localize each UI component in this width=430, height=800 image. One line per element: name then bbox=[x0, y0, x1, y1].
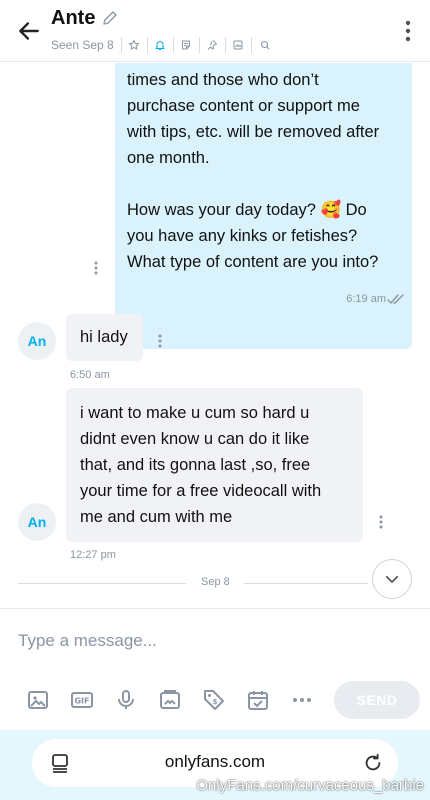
more-horizontal-icon bbox=[293, 698, 311, 702]
image-icon bbox=[28, 691, 48, 709]
pin-icon[interactable] bbox=[200, 37, 226, 53]
message-text-line: What type of content are you into? bbox=[127, 253, 379, 271]
watermark: OnlyFans.com/curvaceous_barbie bbox=[196, 777, 424, 794]
svg-text:GIF: GIF bbox=[74, 697, 89, 706]
message-text-line: purchase content or support me bbox=[127, 97, 360, 115]
message-options-icon[interactable] bbox=[94, 261, 98, 275]
read-receipt-icon bbox=[387, 294, 404, 305]
message-text-line: didnt even know u can do it like bbox=[80, 430, 310, 448]
send-button[interactable]: SEND bbox=[334, 681, 420, 719]
chevron-down-icon bbox=[385, 575, 399, 583]
avatar[interactable]: An bbox=[18, 322, 56, 360]
message-options-icon[interactable] bbox=[379, 515, 383, 529]
reload-icon[interactable] bbox=[362, 752, 384, 774]
incoming-message-bubble[interactable]: i want to make u cum so hard u didnt eve… bbox=[66, 388, 363, 542]
contact-name[interactable]: Ante bbox=[51, 7, 95, 30]
vault-button[interactable] bbox=[148, 685, 192, 715]
message-text-line: How was your day today? 🥰 Do bbox=[127, 201, 367, 219]
search-icon[interactable] bbox=[252, 37, 278, 53]
vault-icon bbox=[160, 690, 180, 709]
avatar[interactable]: An bbox=[18, 503, 56, 541]
message-text-line: that, and its gonna last ,so, free bbox=[80, 456, 311, 474]
calendar-check-icon bbox=[248, 691, 268, 710]
svg-text:$: $ bbox=[213, 698, 218, 706]
voice-message-button[interactable] bbox=[104, 685, 148, 715]
note-icon[interactable] bbox=[174, 37, 200, 53]
message-timestamp: 12:27 pm bbox=[70, 549, 116, 561]
notification-bell-icon[interactable] bbox=[148, 37, 174, 53]
price-tag-button[interactable]: $ bbox=[192, 685, 236, 715]
message-timestamp: 6:50 am bbox=[70, 369, 110, 381]
edit-pencil-icon[interactable] bbox=[101, 9, 119, 27]
message-text-line: i want to make u cum so hard u bbox=[80, 404, 310, 422]
last-seen-text: Seen Sep 8 bbox=[51, 37, 122, 53]
date-divider: Sep 8 bbox=[18, 576, 368, 588]
star-icon[interactable] bbox=[122, 37, 148, 53]
price-tag-icon: $ bbox=[204, 690, 224, 710]
outgoing-message-bubble[interactable]: times and those who don’t purchase conte… bbox=[115, 63, 412, 349]
image-upload-button[interactable] bbox=[16, 685, 60, 715]
more-tools-button[interactable] bbox=[280, 685, 324, 715]
back-arrow-icon[interactable] bbox=[16, 18, 42, 44]
more-options-icon[interactable] bbox=[404, 20, 412, 42]
gallery-icon[interactable] bbox=[226, 37, 252, 53]
message-text-line: your time for a free videocall with bbox=[80, 482, 322, 500]
gif-button[interactable]: GIF bbox=[60, 685, 104, 715]
message-composer: GIF $ SEND bbox=[0, 608, 430, 730]
url-text[interactable]: onlyfans.com bbox=[32, 752, 398, 772]
message-text-line: times and those who don’t bbox=[127, 71, 319, 89]
incoming-message-bubble[interactable]: hi lady bbox=[66, 314, 143, 361]
scroll-to-bottom-button[interactable] bbox=[372, 559, 412, 599]
message-text-line: me and cum with me bbox=[80, 508, 233, 526]
message-timestamp: 6:19 am bbox=[346, 293, 386, 305]
message-text: hi lady bbox=[80, 328, 128, 346]
message-options-icon[interactable] bbox=[158, 334, 162, 348]
message-text-line: one month. bbox=[127, 149, 210, 167]
header-subrow: Seen Sep 8 bbox=[51, 36, 278, 54]
microphone-icon bbox=[118, 690, 134, 709]
message-text-line: with tips, etc. will be removed after bbox=[127, 123, 380, 141]
chat-header: Ante Seen Sep 8 bbox=[0, 0, 430, 62]
chat-screen: Ante Seen Sep 8 times and those who don’… bbox=[0, 0, 430, 800]
composer-toolbar: GIF $ bbox=[16, 685, 324, 715]
gif-icon: GIF bbox=[71, 692, 93, 708]
date-divider-label: Sep 8 bbox=[201, 576, 230, 588]
message-list[interactable]: times and those who don’t purchase conte… bbox=[0, 63, 430, 608]
schedule-button[interactable] bbox=[236, 685, 280, 715]
message-input[interactable] bbox=[18, 629, 408, 653]
message-text-line: you have any kinks or fetishes? bbox=[127, 227, 358, 245]
